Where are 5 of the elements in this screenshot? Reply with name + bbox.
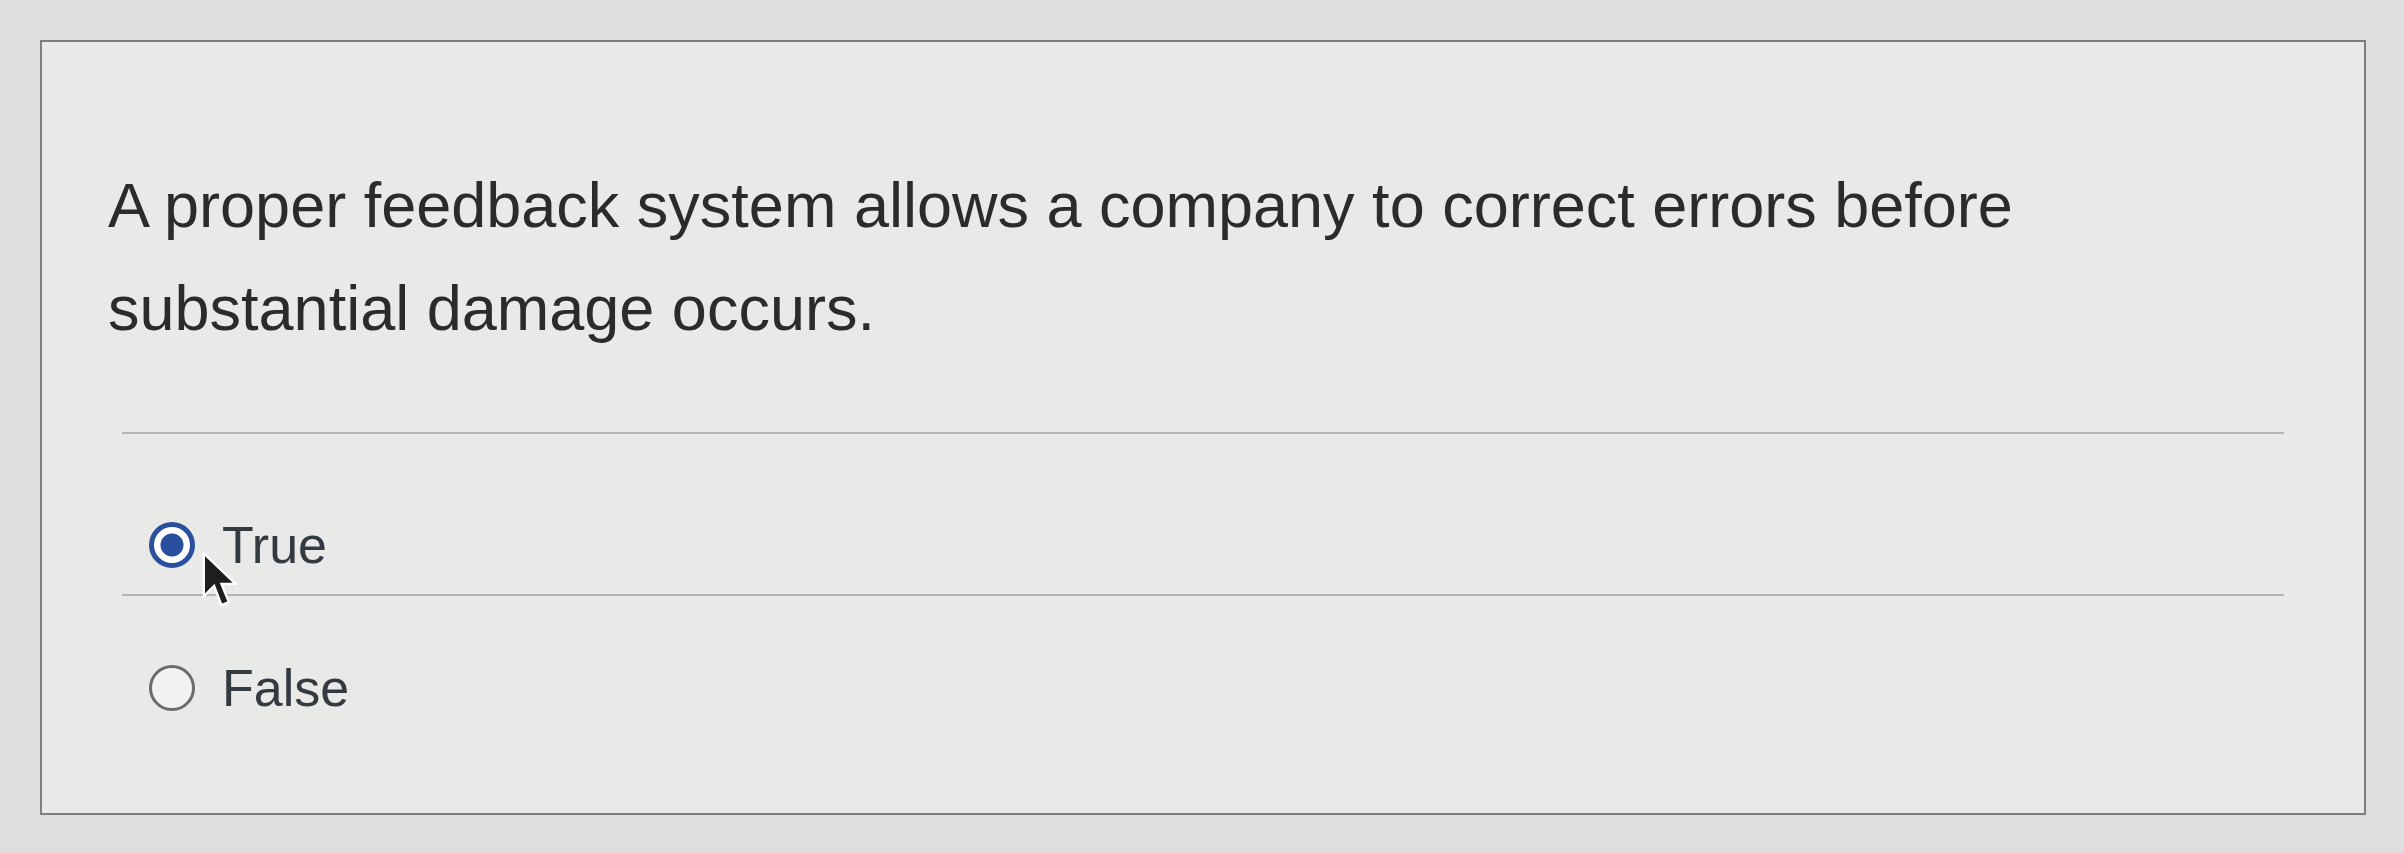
radio-button[interactable] [149,665,195,711]
option-label[interactable]: True [222,515,327,575]
option-label[interactable]: False [222,658,350,718]
question-text: A proper feedback system allows a company to correct errors before substantial damage occurs. [108,169,2014,345]
radio-button[interactable] [149,522,195,568]
